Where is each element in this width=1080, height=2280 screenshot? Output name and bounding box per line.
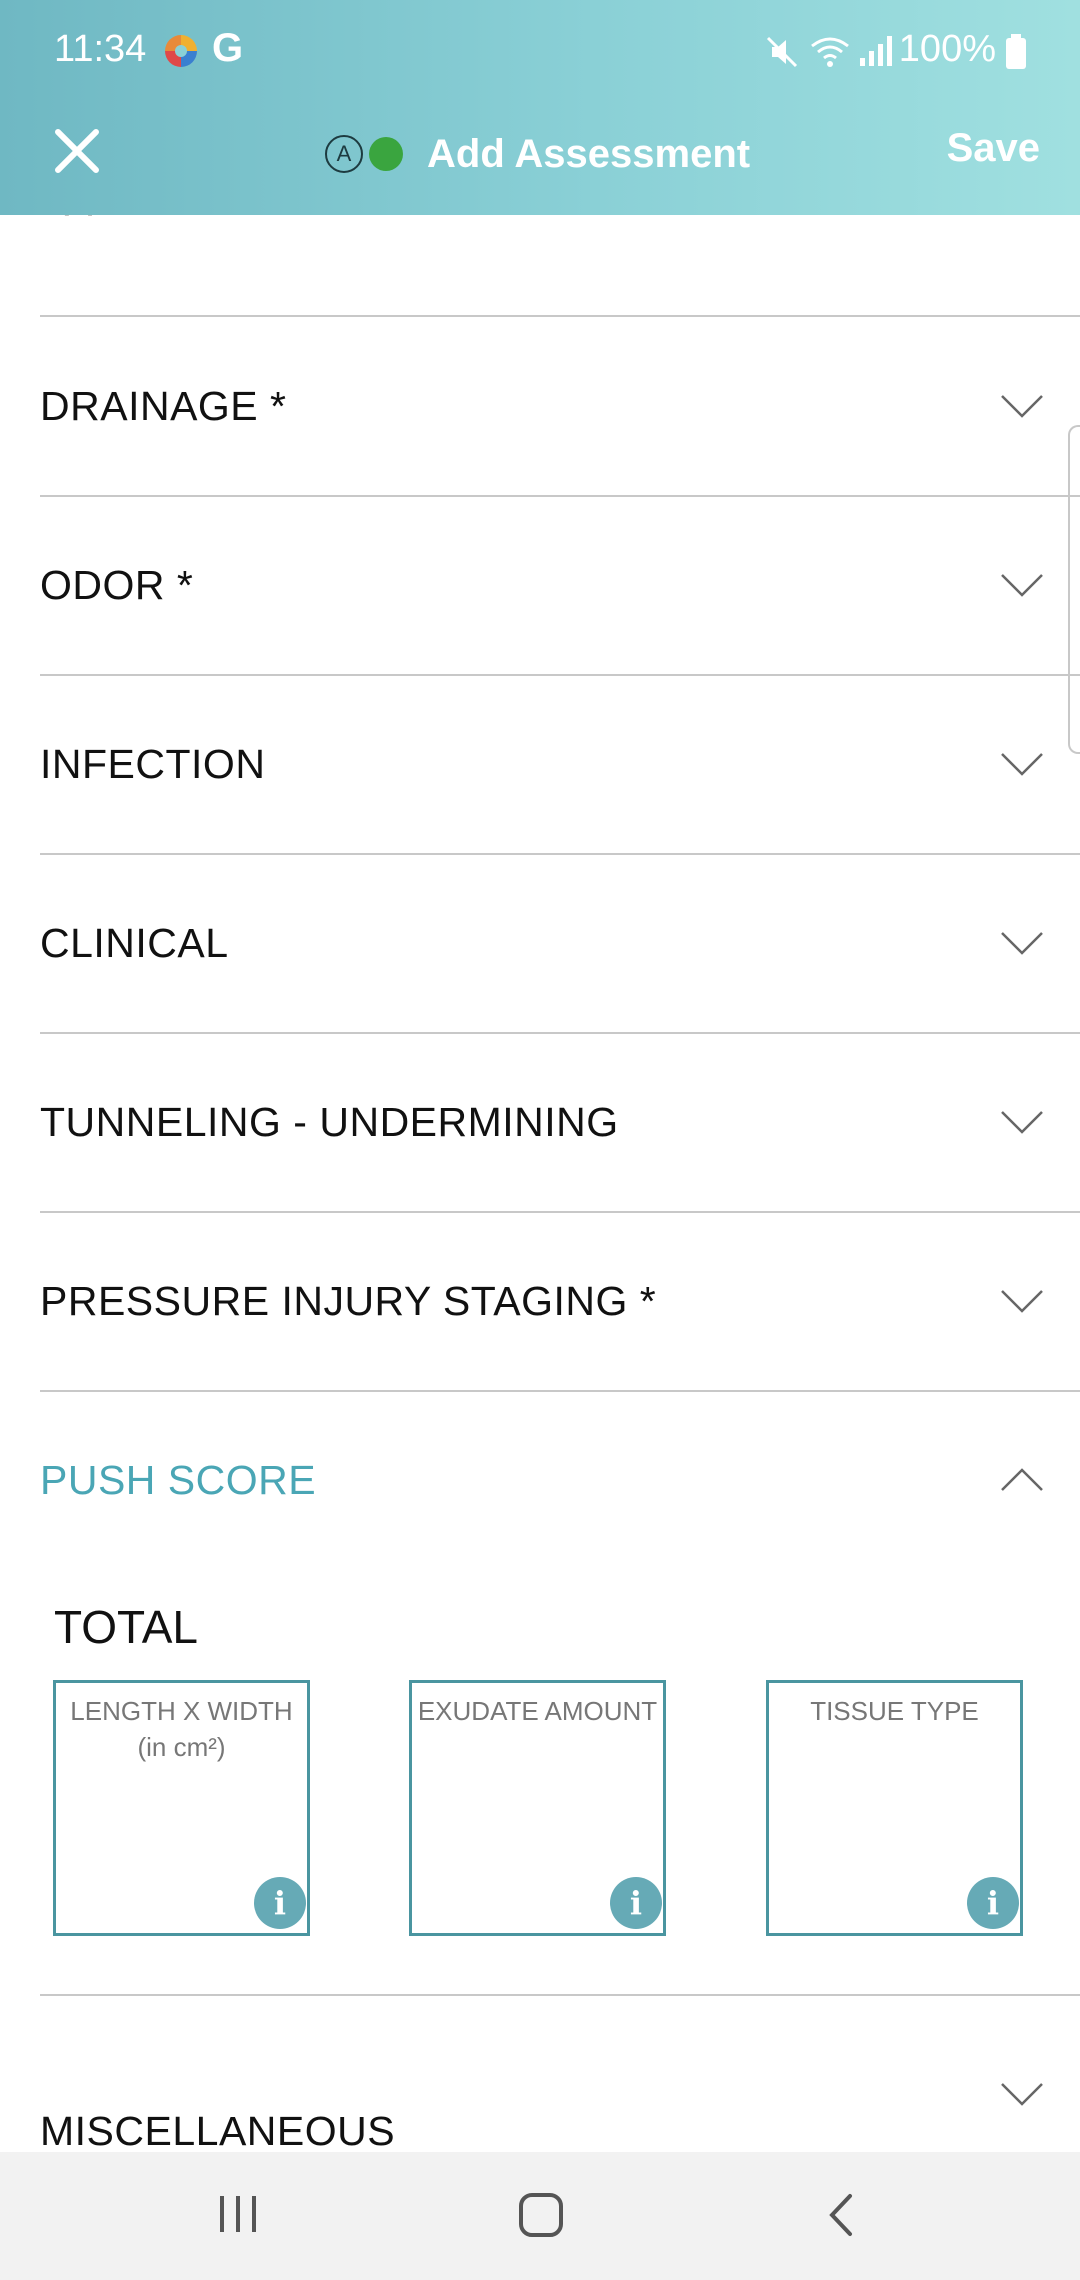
section-miscellaneous[interactable]: MISCELLANEOUS bbox=[40, 1996, 1080, 2174]
chevron-down-icon bbox=[1001, 2083, 1043, 2106]
back-icon[interactable] bbox=[826, 2192, 856, 2238]
section-pressure-injury-staging[interactable]: PRESSURE INJURY STAGING * bbox=[40, 1212, 1080, 1392]
signal-icon bbox=[860, 36, 892, 66]
chevron-down-icon bbox=[1001, 753, 1043, 776]
auto-badge-icon: A bbox=[325, 135, 363, 173]
app-header: 11:34 G 100% A Add Assessment Save bbox=[0, 0, 1080, 215]
google-g-icon: G bbox=[212, 26, 244, 70]
info-icon[interactable]: i bbox=[610, 1877, 662, 1929]
info-icon[interactable]: i bbox=[254, 1877, 306, 1929]
tissue-type-box[interactable]: TISSUE TYPE i bbox=[766, 1680, 1023, 1936]
chevron-up-icon bbox=[1001, 1468, 1043, 1491]
status-time: 11:34 bbox=[54, 28, 147, 70]
length-width-box[interactable]: LENGTH X WIDTH (in cm²) i bbox=[53, 1680, 310, 1936]
box-label: TISSUE TYPE bbox=[810, 1696, 979, 1726]
section-label: INFECTION bbox=[40, 740, 266, 787]
box-label: LENGTH X WIDTH bbox=[70, 1696, 293, 1726]
exudate-amount-box[interactable]: EXUDATE AMOUNT i bbox=[409, 1680, 666, 1936]
section-label: PUSH SCORE bbox=[40, 1456, 317, 1503]
status-bar: 11:34 G 100% bbox=[0, 0, 1080, 100]
status-dot-icon bbox=[369, 137, 403, 171]
wifi-icon bbox=[811, 37, 849, 67]
section-label: CLINICAL bbox=[40, 919, 229, 966]
section-push-score[interactable]: PUSH SCORE bbox=[40, 1391, 1080, 1569]
section-odor[interactable]: ODOR * bbox=[40, 496, 1080, 676]
scrollbar[interactable] bbox=[1068, 425, 1080, 754]
home-icon[interactable] bbox=[518, 2192, 564, 2238]
app-icon bbox=[165, 35, 197, 67]
mute-icon bbox=[766, 36, 798, 68]
section-label: MISCELLANEOUS bbox=[40, 2107, 396, 2154]
page-title: Add Assessment bbox=[427, 131, 751, 176]
chevron-down-icon bbox=[1001, 932, 1043, 955]
section-drainage[interactable]: DRAINAGE * bbox=[40, 317, 1080, 497]
save-button[interactable]: Save bbox=[947, 126, 1040, 171]
chevron-down-icon bbox=[1001, 395, 1043, 418]
info-icon[interactable]: i bbox=[967, 1877, 1019, 1929]
close-icon[interactable] bbox=[48, 122, 106, 180]
recent-apps-icon[interactable] bbox=[216, 2192, 260, 2236]
toolbar: A Add Assessment Save bbox=[0, 110, 1080, 210]
section-label: DRAINAGE * bbox=[40, 382, 287, 429]
system-nav-bar bbox=[0, 2152, 1080, 2280]
section-tunneling-undermining[interactable]: TUNNELING - UNDERMINING bbox=[40, 1033, 1080, 1213]
battery-percent: 100% bbox=[898, 28, 996, 70]
section-clinical[interactable]: CLINICAL bbox=[40, 854, 1080, 1034]
box-sublabel: (in cm²) bbox=[137, 1732, 226, 1762]
push-total-label: TOTAL bbox=[54, 1601, 198, 1653]
section-label: TUNNELING - UNDERMINING bbox=[40, 1098, 619, 1145]
section-label: ODOR * bbox=[40, 561, 194, 608]
section-infection[interactable]: INFECTION bbox=[40, 675, 1080, 855]
title-group: A Add Assessment bbox=[325, 124, 750, 184]
chevron-down-icon bbox=[1001, 1290, 1043, 1313]
chevron-down-icon bbox=[1001, 574, 1043, 597]
battery-icon bbox=[1006, 34, 1026, 69]
chevron-down-icon bbox=[1001, 1111, 1043, 1134]
section-label: PRESSURE INJURY STAGING * bbox=[40, 1277, 657, 1324]
box-label: EXUDATE AMOUNT bbox=[417, 1696, 658, 1726]
